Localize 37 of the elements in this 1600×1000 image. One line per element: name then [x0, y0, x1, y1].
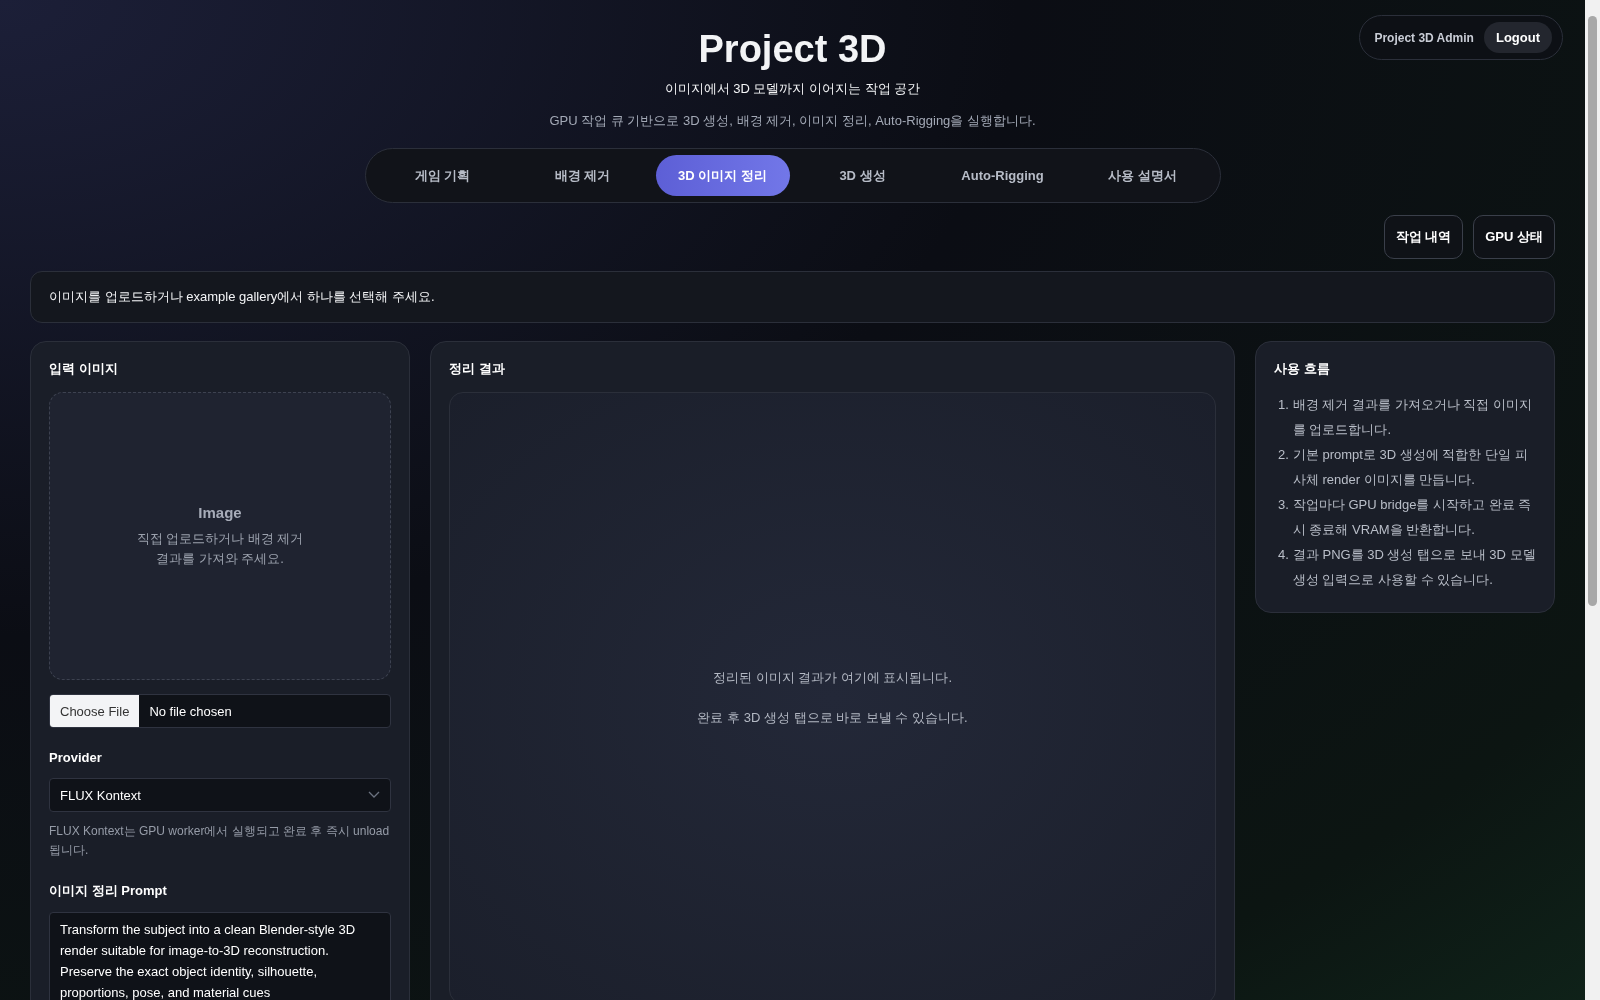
- choose-file-button[interactable]: Choose File: [50, 695, 140, 727]
- provider-select[interactable]: FLUX Kontext: [49, 778, 391, 812]
- tab[interactable]: 3D 이미지 정리: [655, 155, 790, 196]
- step-number: 2.: [1278, 446, 1289, 464]
- action-button[interactable]: 작업 내역: [1383, 215, 1464, 259]
- panel-title: 사용 흐름: [1274, 360, 1331, 378]
- tab[interactable]: 사용 설명서: [1075, 155, 1210, 196]
- image-dropzone[interactable]: Image 직접 업로드하거나 배경 제거 결과를 가져와 주세요.: [49, 392, 391, 680]
- field-label: 이미지 정리 Prompt: [49, 882, 168, 900]
- panel-title: 정리 결과: [449, 360, 506, 378]
- flow-step: 기본 prompt로 3D 생성에 적합한 단일 피사체 render 이미지를 만듭니다.: [1292, 442, 1536, 492]
- file-input[interactable]: Choose File No file chosen: [49, 694, 391, 728]
- step-number: 1.: [1278, 396, 1289, 414]
- flow-step: 배경 제거 결과를 가져오거나 직접 이미지를 업로드합니다.: [1292, 392, 1536, 442]
- panel-title: 입력 이미지: [49, 360, 119, 378]
- step-number: 4.: [1278, 546, 1289, 564]
- action-button[interactable]: GPU 상태: [1473, 215, 1555, 259]
- app-title: Project 3D: [698, 27, 887, 72]
- placeholder-text: 완료 후 3D 생성 탭으로 바로 보낼 수 있습니다.: [697, 709, 968, 727]
- page-scrollbar[interactable]: [1585, 0, 1600, 1000]
- chevron-down-icon: [368, 791, 380, 799]
- placeholder-text: 정리된 이미지 결과가 여기에 표시됩니다.: [712, 669, 953, 687]
- help-text: FLUX Kontext는 GPU worker에서 실행되고 완료 후 즉시 unload 됩니다.: [49, 823, 391, 859]
- subtitle: 이미지에서 3D 모델까지 이어지는 작업 공간: [664, 80, 921, 98]
- field-label: Provider: [49, 750, 103, 765]
- prompt-field[interactable]: Transform the subject into a clean Blender-style 3D render suitable for image-to-3D reconstruction. Preserve the exact object identity, silhouette, proportions, pose, and material cues: [49, 912, 391, 1000]
- tab[interactable]: Auto-Rigging: [935, 155, 1070, 196]
- description: GPU 작업 큐 기반으로 3D 생성, 배경 제거, 이미지 정리, Auto-Rigging을 실행합니다.: [549, 112, 1036, 130]
- tab[interactable]: 3D 생성: [795, 155, 930, 196]
- flow-step: 결과 PNG를 3D 생성 탭으로 보내 3D 모델 생성 입력으로 사용할 수 있습니다.: [1292, 542, 1536, 592]
- tab[interactable]: 게임 기획: [375, 155, 510, 196]
- logout-button[interactable]: Logout: [1483, 22, 1552, 53]
- flow-step: 작업마다 GPU bridge를 시작하고 완료 즉시 종료해 VRAM을 반환합니다.: [1292, 492, 1536, 542]
- user-name: Project 3D Admin: [1374, 30, 1474, 45]
- step-number: 3.: [1278, 496, 1289, 514]
- tab[interactable]: 배경 제거: [515, 155, 650, 196]
- notice-bar: 이미지를 업로드하거나 example gallery에서 하나를 선택해 주세요.: [30, 271, 1555, 323]
